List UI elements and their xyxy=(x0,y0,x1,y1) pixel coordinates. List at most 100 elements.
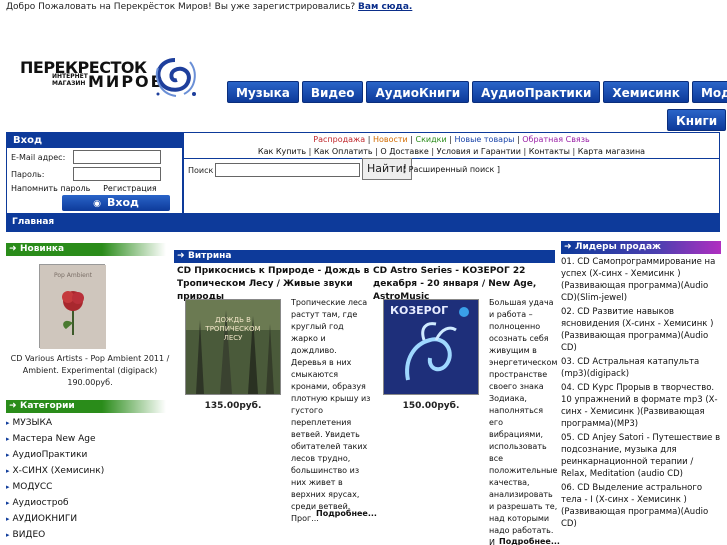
advanced-search-link[interactable]: [ Расширенный поиск ] xyxy=(403,165,500,174)
search-input[interactable] xyxy=(215,163,360,177)
email-label: E-Mail адрес: xyxy=(11,153,66,162)
category-label: МОДУСС xyxy=(12,482,53,492)
welcome-bar: Добро Пожаловать на Перекрёсток Миров! В… xyxy=(6,2,412,12)
login-box: Вход E-Mail адрес: Пароль: Напомнить пар… xyxy=(6,132,183,214)
categories-title: Категории xyxy=(20,401,75,411)
leader-item[interactable]: 06. CD Выделение астрального тела - I (Х… xyxy=(561,482,721,530)
link-sitemap[interactable]: Карта магазина xyxy=(578,147,645,156)
link-contacts[interactable]: Контакты xyxy=(529,147,570,156)
link-how-to-buy[interactable]: Как Купить xyxy=(258,147,306,156)
nav-hemisync[interactable]: Хемисинк xyxy=(603,81,689,103)
link-feedback[interactable]: Обратная Связь xyxy=(522,135,589,144)
category-item[interactable]: ▸ МУЗЫКА xyxy=(6,415,166,431)
login-title: Вход xyxy=(7,133,182,148)
category-item[interactable]: ▸ АУДИОКНИГИ xyxy=(6,511,166,527)
triangle-right-icon: ▸ xyxy=(6,419,10,427)
triangle-right-icon: ▸ xyxy=(6,451,10,459)
triangle-right-icon: ▸ xyxy=(6,435,10,443)
svg-text:КОЗЕРОГ: КОЗЕРОГ xyxy=(390,304,448,317)
nav-audiopractices[interactable]: АудиоПрактики xyxy=(472,81,601,103)
nav-moduss[interactable]: Модусс xyxy=(691,81,727,103)
triangle-right-icon: ▸ xyxy=(6,515,10,523)
arrow-right-icon: ➜ xyxy=(177,251,185,261)
link-sale[interactable]: Распродажа xyxy=(313,135,365,144)
email-field[interactable] xyxy=(73,150,161,164)
category-item[interactable]: ▸ Мастера New Age xyxy=(6,431,166,447)
top-links-row2: Как Купить | Как Оплатить | О Доставке |… xyxy=(184,147,719,159)
nav-books[interactable]: Книги xyxy=(667,109,727,131)
leaders-list: 01. CD Самопрограммирование на успех (Х-… xyxy=(561,256,721,532)
link-new-products[interactable]: Новые товары xyxy=(454,135,514,144)
category-item[interactable]: ▸ ВИДЕО xyxy=(6,527,166,543)
login-button[interactable]: ◉ Вход xyxy=(62,195,170,211)
product-card: CD Astro Series - КОЗЕРОГ 22 декабря - 2… xyxy=(373,265,567,545)
category-label: АУДИОКНИГИ xyxy=(12,514,78,524)
site-logo[interactable]: ПЕРЕКРЕСТОК ИНТЕРНЕТ МАГАЗИН МИРОВ xyxy=(20,58,198,102)
capricorn-image-icon: КОЗЕРОГ xyxy=(384,300,478,394)
categories-header: ➜ Категории xyxy=(6,400,166,413)
categories-list: ▸ МУЗЫКА ▸ Мастера New Age ▸ АудиоПрактики … xyxy=(6,415,166,543)
leaders-header: ➜ Лидеры продаж xyxy=(561,241,721,254)
category-label: АудиоПрактики xyxy=(12,450,88,460)
arrow-right-icon: ➜ xyxy=(9,401,17,411)
leader-item[interactable]: 03. CD Астральная катапульта (mp3)(digip… xyxy=(561,356,721,380)
login-button-label: Вход xyxy=(106,196,139,209)
forest-image-icon: ДОЖДЬ В ТРОПИЧЕСКОМ ЛЕСУ xyxy=(186,300,280,394)
nav-music[interactable]: Музыка xyxy=(227,81,299,103)
logo-swirl-icon xyxy=(155,58,196,97)
category-item[interactable]: ▸ Х-СИНХ (Хемисинк) xyxy=(6,463,166,479)
link-how-to-pay[interactable]: Как Оплатить xyxy=(314,147,373,156)
category-label: ВИДЕО xyxy=(12,530,46,540)
product-image[interactable]: ДОЖДЬ В ТРОПИЧЕСКОМ ЛЕСУ xyxy=(185,299,281,395)
password-field[interactable] xyxy=(73,167,161,181)
search-label: Поиск xyxy=(188,166,214,175)
nav-video[interactable]: Видео xyxy=(301,81,364,103)
leader-item[interactable]: 05. CD Anjey Satori - Путешествие в подс… xyxy=(561,432,721,480)
product-description: Тропические леса растут там, где круглый… xyxy=(291,298,371,523)
novinka-description[interactable]: CD Various Artists - Pop Ambient 2011 / … xyxy=(6,353,174,389)
link-discounts[interactable]: Скидки xyxy=(416,135,447,144)
remind-password-link[interactable]: Напомнить пароль xyxy=(11,184,90,193)
leaders-title: Лидеры продаж xyxy=(575,242,662,252)
logo-subtitle: ИНТЕРНЕТ МАГАЗИН xyxy=(52,73,88,87)
svg-text:ДОЖДЬ В: ДОЖДЬ В xyxy=(215,316,251,324)
leader-item[interactable]: 01. CD Самопрограммирование на успех (Х-… xyxy=(561,256,721,304)
product-price: 150.00руб. xyxy=(402,401,460,411)
login-link[interactable]: Вам сюда. xyxy=(358,2,412,12)
register-link[interactable]: Регистрация xyxy=(103,184,157,193)
main-nav: Музыка Видео АудиоКниги АудиоПрактики Хе… xyxy=(227,81,727,103)
category-label: Мастера New Age xyxy=(12,434,96,444)
category-item[interactable]: ▸ Аудиостроб xyxy=(6,495,166,511)
category-item[interactable]: ▸ АудиоПрактики xyxy=(6,447,166,463)
vitrina-title: Витрина xyxy=(188,251,232,261)
category-label: Х-СИНХ (Хемисинк) xyxy=(12,466,105,476)
product-image[interactable]: КОЗЕРОГ xyxy=(383,299,479,395)
novinka-title: Новинка xyxy=(20,244,65,254)
link-news[interactable]: Новости xyxy=(373,135,408,144)
leader-item[interactable]: 04. CD Курс Прорыв в творчество. 10 упра… xyxy=(561,382,721,430)
login-links: Напомнить пароль Регистрация xyxy=(11,184,157,193)
novinka-header: ➜ Новинка xyxy=(6,243,166,256)
arrow-right-icon: ➜ xyxy=(9,244,17,254)
info-search-box: Распродажа | Новости | Скидки | Новые то… xyxy=(183,132,720,214)
link-delivery[interactable]: О Доставке xyxy=(380,147,428,156)
product-card: CD Прикоснись к Природе - Дождь в Тропич… xyxy=(177,265,377,523)
more-link[interactable]: Подробнее... xyxy=(316,509,377,518)
leader-item[interactable]: 02. CD Развитие навыков ясновидения (Х-с… xyxy=(561,306,721,354)
vitrina-header: ➜ Витрина xyxy=(174,250,555,263)
svg-text:ТРОПИЧЕСКОМ: ТРОПИЧЕСКОМ xyxy=(204,325,260,333)
product-description: Большая удача и работа – полноценно осоз… xyxy=(489,298,558,545)
product-price: 135.00руб. xyxy=(204,401,262,411)
welcome-text: Добро Пожаловать на Перекрёсток Миров! В… xyxy=(6,2,359,12)
nav-audiobooks[interactable]: АудиоКниги xyxy=(366,81,470,103)
arrow-right-icon: ➜ xyxy=(564,242,572,252)
category-item[interactable]: ▸ МОДУСС xyxy=(6,479,166,495)
novinka-cover-image[interactable]: Pop Ambient xyxy=(39,264,106,349)
link-terms[interactable]: Условия и Гарантии xyxy=(437,147,521,156)
category-label: Аудиостроб xyxy=(12,498,69,508)
more-link[interactable]: Подробнее... xyxy=(499,537,560,545)
arrow-right-icon: ◉ xyxy=(93,199,101,209)
triangle-right-icon: ▸ xyxy=(6,483,10,491)
flower-icon: Pop Ambient xyxy=(40,265,106,349)
category-label: МУЗЫКА xyxy=(12,418,53,428)
